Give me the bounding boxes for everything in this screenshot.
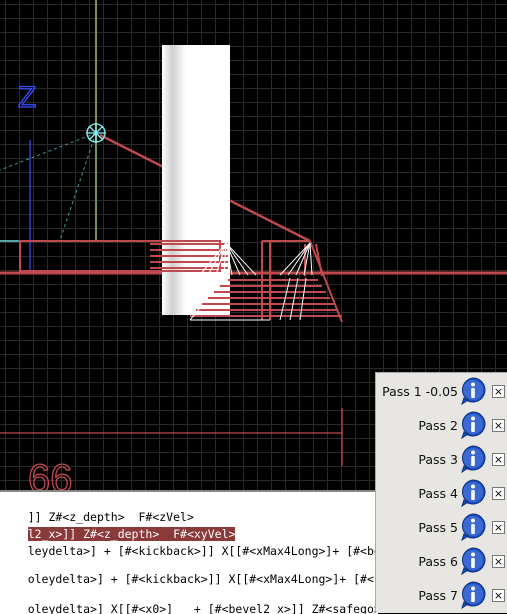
pass-label: Pass 2 [418,418,458,433]
close-icon[interactable]: × [492,419,505,432]
pass-label: Pass 3 [418,452,458,467]
pass-label: Pass 4 [418,486,458,501]
code-line[interactable]: oleydelta>] X[[#<x0>] + [#<bevel2_x>]] Z… [0,588,378,614]
rapid-line [0,132,97,171]
close-icon[interactable]: × [492,555,505,568]
tool-crosshair-icon [86,123,106,143]
dimension-value: 66 [28,457,73,490]
close-icon[interactable]: × [492,521,505,534]
info-icon[interactable] [459,547,487,575]
rapid-line [59,132,97,241]
close-icon[interactable]: × [492,589,505,602]
pass-label: Pass 7 [418,588,458,603]
info-icon[interactable] [459,581,487,609]
z-axis-label: Z [18,81,36,114]
pass-row[interactable]: Pass 2 × [376,411,507,441]
info-icon[interactable] [459,513,487,541]
pass-label: Pass 5 [418,520,458,535]
info-icon[interactable] [459,377,487,405]
passes-panel: Pass 1 -0.05 × Pass 2 × Pass 3 × Pass 4 × Pass 5… [375,372,507,613]
pass-row[interactable]: Pass 4 × [376,479,507,509]
pass-label: Pass 1 -0.05 [382,384,458,399]
close-icon[interactable]: × [492,453,505,466]
stock-cylinder [162,45,230,315]
info-icon[interactable] [459,445,487,473]
close-icon[interactable]: × [492,487,505,500]
info-icon[interactable] [459,479,487,507]
pass-label: Pass 6 [418,554,458,569]
pass-row[interactable]: Pass 5 × [376,513,507,543]
pass-row[interactable]: Pass 3 × [376,445,507,475]
pass-row[interactable]: Pass 7 × [376,581,507,611]
pass-row[interactable]: Pass 1 -0.05 × [376,377,507,407]
close-icon[interactable]: × [492,385,505,398]
pass-row[interactable]: Pass 6 × [376,547,507,577]
gcode-panel[interactable]: ]] Z#<z_depth> F#<zVel> l2_x>]] Z#<z_dep… [0,490,378,614]
info-icon[interactable] [459,411,487,439]
